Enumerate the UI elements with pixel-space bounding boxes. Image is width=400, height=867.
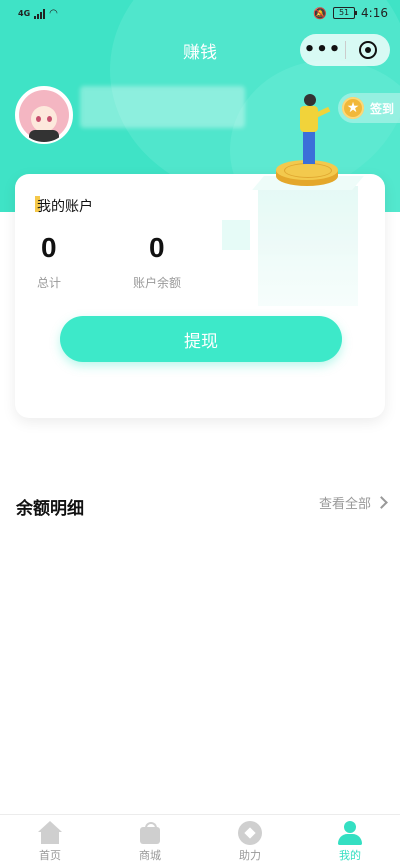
tab-help[interactable]: 助力 [200,815,300,867]
bottom-tab-bar: 首页 商城 助力 我的 [0,814,400,867]
tab-me[interactable]: 我的 [300,815,400,867]
username-blurred [80,86,245,128]
signin-button[interactable]: ★ 签到 [338,93,400,123]
building-illustration [258,186,358,306]
target-icon [359,41,377,59]
withdraw-button[interactable]: 提现 [60,316,342,362]
account-card-title: 我的账户 [37,199,93,215]
help-icon [238,821,262,845]
battery-icon: 51 [333,7,358,19]
clock: 4:16 [361,6,388,20]
balance-label: 账户余额 [133,276,182,290]
tab-label: 我的 [339,849,361,862]
chevron-right-icon [375,496,388,509]
network-label: 4G [18,9,31,18]
status-bar: 4G ◠ 🔕 51 4:16 [0,0,400,30]
wifi-icon: ◠ [49,8,58,19]
tab-label: 首页 [39,849,61,862]
mini-program-capsule: ••• [300,34,390,66]
view-all-link[interactable]: 查看全部 [318,493,388,512]
user-icon [338,821,362,845]
battery-level: 51 [338,8,350,17]
more-menu-button[interactable]: ••• [300,34,345,66]
balance-detail-title: 余额明细 [16,499,84,519]
tab-label: 助力 [239,849,261,862]
avatar[interactable] [15,86,73,144]
tab-home[interactable]: 首页 [0,815,100,867]
tab-label: 商城 [139,849,161,862]
close-miniprogram-button[interactable] [346,41,390,59]
total-value: 0 [41,232,57,263]
shop-icon [138,821,162,845]
status-right: 🔕 51 4:16 [313,6,388,20]
building-illustration [222,220,250,250]
balance-value: 0 [149,232,165,263]
status-left: 4G ◠ [18,8,58,19]
total-label: 总计 [37,276,62,290]
home-icon [38,821,62,845]
mute-icon: 🔕 [313,6,328,20]
tab-shop[interactable]: 商城 [100,815,200,867]
signin-label: 签到 [370,101,395,116]
signal-icon [34,8,46,19]
person-on-coin-illustration [276,94,346,198]
view-all-label: 查看全部 [318,497,371,512]
